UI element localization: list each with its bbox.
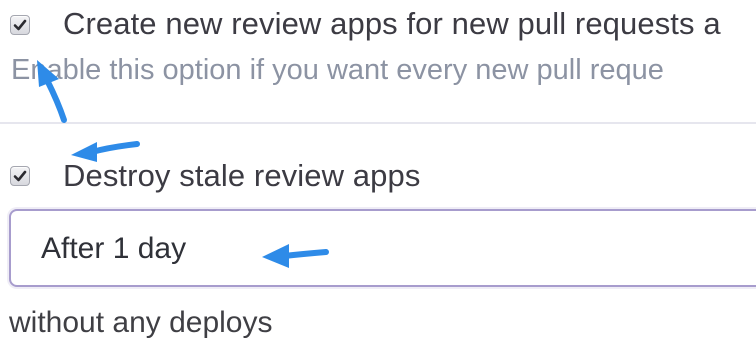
stale-duration-suffix: without any deploys [9, 306, 273, 339]
create-review-apps-checkbox[interactable] [10, 15, 30, 35]
create-review-apps-label: Create new review apps for new pull requ… [63, 6, 721, 41]
destroy-stale-apps-checkbox[interactable] [10, 166, 30, 186]
stale-duration-select[interactable]: After 1 day [9, 209, 756, 287]
create-review-apps-helper: Enable this option if you want every new… [11, 54, 664, 86]
divider [0, 122, 756, 124]
stale-duration-value: After 1 day [41, 232, 187, 265]
check-icon [13, 170, 27, 182]
destroy-stale-apps-label: Destroy stale review apps [63, 158, 421, 193]
check-icon [13, 19, 27, 31]
